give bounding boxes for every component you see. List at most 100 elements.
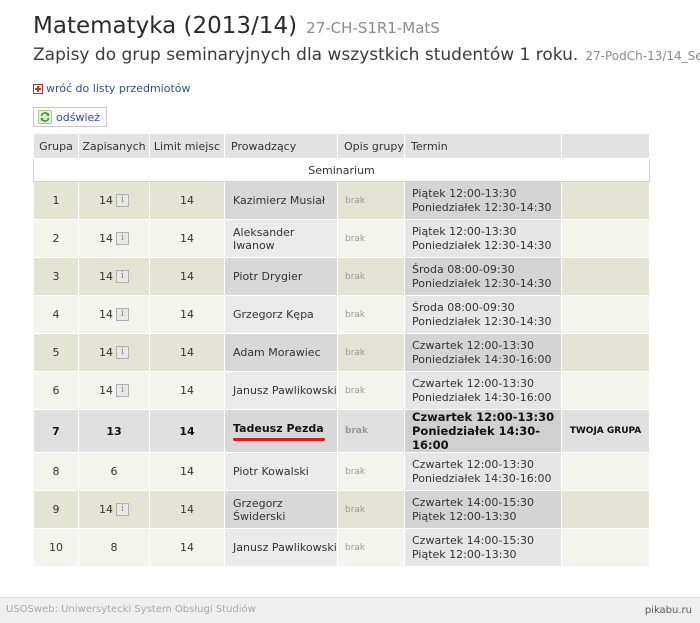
limit-cell: 14: [149, 181, 225, 220]
description-cell: brak: [337, 181, 405, 220]
schedule-line-1: Czwartek 12:00-13:30: [412, 376, 535, 390]
schedule-line-1: Piątek 12:00-13:30: [412, 186, 517, 200]
schedule-cell: Czwartek 14:00-15:30 Piątek 12:00-13:30: [404, 528, 562, 567]
col-header-prowadzacy: Prowadzący: [224, 133, 338, 159]
refresh-icon: [38, 110, 52, 124]
schedule-line-1: Środa 08:00-09:30: [412, 300, 515, 314]
enrolled-cell: 14 i: [78, 257, 150, 296]
course-code: 27-CH-S1R1-MatS: [306, 19, 440, 37]
table-row: 6 14 i 14 Janusz Pawlikowski brak Czwarte…: [33, 371, 650, 410]
info-icon[interactable]: i: [116, 384, 129, 398]
col-header-termin: Termin: [404, 133, 562, 159]
schedule-line-2: Piątek 12:00-13:30: [412, 509, 517, 523]
description-cell: brak: [337, 257, 405, 296]
schedule-line-1: Środa 08:00-09:30: [412, 262, 515, 276]
table-row: 9 14 i 14 Grzegorz Świderski brak Czwarte…: [33, 490, 650, 529]
lecturer-name: Tadeusz Pezda: [233, 421, 324, 435]
limit-cell: 14: [149, 371, 225, 410]
table-row: 3 14 i 14 Piotr Drygier brak Środa 08:00-…: [33, 257, 650, 296]
enrolled-count: 13: [106, 424, 122, 438]
group-number: 3: [33, 257, 79, 296]
group-number: 5: [33, 333, 79, 372]
schedule-line-2: Poniedziałek 14:30-16:00: [412, 471, 552, 485]
enrolled-cell: 8: [78, 528, 150, 567]
status-cell: [561, 490, 650, 529]
section-label: Seminarium: [33, 158, 650, 182]
info-icon[interactable]: i: [116, 308, 129, 322]
group-number: 1: [33, 181, 79, 220]
enrolled-count: 14: [99, 231, 113, 245]
schedule-line-2: Poniedziałek 14:30-16:00: [412, 352, 552, 366]
refresh-button-label: odśwież: [56, 110, 101, 124]
enrolled-count: 14: [99, 193, 113, 207]
schedule-cell: Czwartek 12:00-13:30 Poniedziałek 14:30-1…: [404, 452, 562, 491]
schedule-cell: Piątek 12:00-13:30 Poniedziałek 12:30-14:…: [404, 219, 562, 258]
registration-description: Zapisy do grup seminaryjnych dla wszystk…: [33, 45, 579, 65]
schedule-line-2: Poniedziałek 12:30-14:30: [412, 200, 552, 214]
schedule-line-2: Poniedziałek 14:30-16:00: [412, 424, 540, 452]
enrolled-cell: 14 i: [78, 333, 150, 372]
info-icon[interactable]: i: [116, 503, 129, 517]
table-row: 1 14 i 14 Kazimierz Musiał brak Piątek 12…: [33, 181, 650, 220]
table-row: 4 14 i 14 Grzegorz Kępa brak Środa 08:00-…: [33, 295, 650, 334]
limit-cell: 14: [149, 333, 225, 372]
schedule-line-1: Czwartek 14:00-15:30: [412, 533, 535, 547]
group-number: 4: [33, 295, 79, 334]
limit-cell: 14: [149, 295, 225, 334]
table-row: 2 14 i 14 Aleksander Iwanow brak Piątek 1…: [33, 219, 650, 258]
schedule-line-1: Czwartek 14:00-15:30: [412, 495, 535, 509]
limit-cell: 14: [149, 257, 225, 296]
lecturer-cell: Kazimierz Musiał: [224, 181, 338, 220]
groups-table: Grupa Zapisanych Limit miejsc Prowadzący…: [33, 133, 650, 567]
table-row: 8 6 14 Piotr Kowalski brak Czwartek 12:0…: [33, 452, 650, 491]
page-footer: USOSweb: Uniwersytecki System Obsługi St…: [0, 597, 700, 623]
schedule-cell: Środa 08:00-09:30 Poniedziałek 12:30-14:3…: [404, 295, 562, 334]
col-header-zapisanych: Zapisanych: [78, 133, 150, 159]
enrolled-cell: 14 i: [78, 371, 150, 410]
schedule-line-1: Czwartek 12:00-13:30: [412, 338, 535, 352]
footer-system-name: USOSweb: Uniwersytecki System Obsługi St…: [6, 604, 256, 615]
page-subtitle: Zapisy do grup seminaryjnych dla wszystk…: [33, 45, 700, 65]
section-row: Seminarium: [33, 158, 650, 182]
schedule-cell: Czwartek 14:00-15:30 Piątek 12:00-13:30: [404, 490, 562, 529]
col-header-extra: [561, 133, 650, 159]
limit-cell: 14: [149, 528, 225, 567]
info-icon[interactable]: i: [116, 346, 129, 360]
lecturer-cell: Piotr Kowalski: [224, 452, 338, 491]
table-row: 5 14 i 14 Adam Morawiec brak Czwartek 12:…: [33, 333, 650, 372]
description-cell: brak: [337, 490, 405, 529]
lecturer-cell: Adam Morawiec: [224, 333, 338, 372]
info-icon[interactable]: i: [116, 194, 129, 208]
schedule-cell: Czwartek 12:00-13:30 Poniedziałek 14:30-1…: [404, 371, 562, 410]
page-title: Matematyka (2013/14) 27-CH-S1R1-MatS: [33, 13, 440, 39]
enrolled-cell: 14 i: [78, 490, 150, 529]
limit-cell: 14: [149, 219, 225, 258]
refresh-button[interactable]: odśwież: [33, 107, 108, 127]
group-number: 7: [33, 409, 79, 453]
lecturer-cell: Janusz Pawlikowski: [224, 371, 338, 410]
description-cell: brak: [337, 219, 405, 258]
schedule-line-1: Piątek 12:00-13:30: [412, 224, 517, 238]
enrolled-count: 14: [99, 345, 113, 359]
group-number: 9: [33, 490, 79, 529]
table-row: 10 8 14 Janusz Pawlikowski brak Czwartek…: [33, 528, 650, 567]
col-header-limit: Limit miejsc: [149, 133, 225, 159]
schedule-cell: Środa 08:00-09:30 Poniedziałek 12:30-14:3…: [404, 257, 562, 296]
enrolled-count: 14: [99, 307, 113, 321]
info-icon[interactable]: i: [116, 270, 129, 284]
schedule-cell: Piątek 12:00-13:30 Poniedziałek 12:30-14:…: [404, 181, 562, 220]
schedule-line-1: Czwartek 12:00-13:30: [412, 410, 555, 424]
registration-code: 27-PodCh-13/14_Sem: [585, 49, 700, 63]
enrolled-cell: 14 i: [78, 181, 150, 220]
lecturer-cell: Piotr Drygier: [224, 257, 338, 296]
description-cell: brak: [337, 295, 405, 334]
enrolled-cell: 14 i: [78, 219, 150, 258]
back-to-courses-link[interactable]: wróć do listy przedmiotów: [33, 82, 191, 95]
schedule-cell: Czwartek 12:00-13:30 Poniedziałek 14:30-1…: [404, 333, 562, 372]
group-number: 10: [33, 528, 79, 567]
schedule-line-2: Piątek 12:00-13:30: [412, 547, 517, 561]
status-cell: [561, 452, 650, 491]
info-icon[interactable]: i: [116, 232, 129, 246]
lecturer-cell: Tadeusz Pezda: [224, 409, 338, 453]
group-number: 2: [33, 219, 79, 258]
